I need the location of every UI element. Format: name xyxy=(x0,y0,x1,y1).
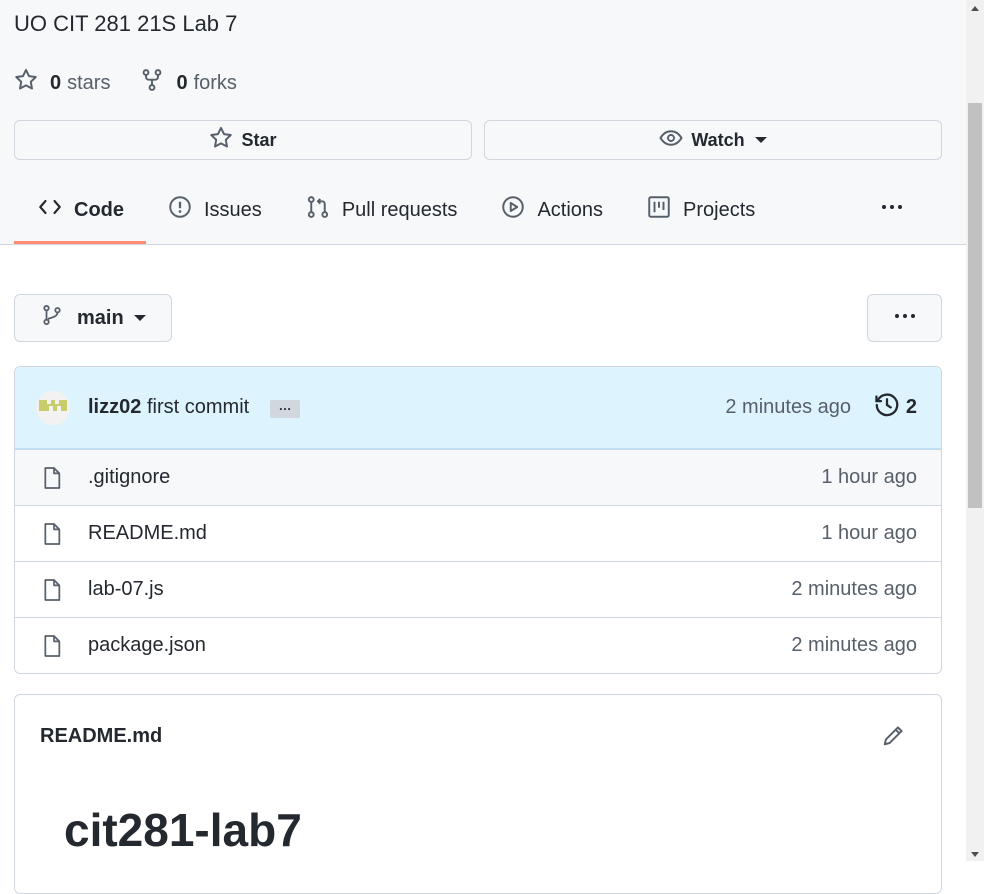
scroll-down-arrow-icon[interactable] xyxy=(971,852,979,857)
tab-pull-requests[interactable]: Pull requests xyxy=(284,178,480,242)
file-row[interactable]: .gitignore 1 hour ago xyxy=(15,449,941,505)
tabs-more-button[interactable] xyxy=(878,193,906,226)
chevron-down-icon xyxy=(754,137,767,143)
tab-projects[interactable]: Projects xyxy=(625,178,777,242)
eye-icon xyxy=(659,126,691,155)
file-browser: lizz02 first commit … 2 minutes ago 2 .g… xyxy=(14,366,942,674)
pencil-icon[interactable] xyxy=(881,724,905,753)
tab-label: Projects xyxy=(683,198,756,221)
commit-message[interactable]: first commit xyxy=(147,396,249,419)
tab-label: Issues xyxy=(204,198,262,221)
readme-title[interactable]: README.md xyxy=(40,725,162,748)
file-icon xyxy=(41,466,63,496)
branch-select-button[interactable]: main xyxy=(14,294,172,342)
stars-count: 0 xyxy=(50,71,62,94)
scrollbar-thumb[interactable] xyxy=(968,103,982,508)
repo-stats: 0 stars 0 forks xyxy=(14,68,267,98)
star-icon xyxy=(14,68,50,98)
commit-count: 2 xyxy=(905,396,917,418)
commit-time[interactable]: 2 minutes ago xyxy=(725,396,851,419)
file-time: 2 minutes ago xyxy=(791,634,917,656)
file-name[interactable]: lab-07.js xyxy=(88,578,164,601)
commit-expand-button[interactable]: … xyxy=(270,399,300,418)
fork-icon xyxy=(140,68,176,98)
forks-label: forks xyxy=(193,71,237,94)
file-icon xyxy=(41,522,63,552)
forks-link[interactable]: 0 forks xyxy=(140,68,237,98)
pull-request-icon xyxy=(306,195,342,225)
code-more-button[interactable] xyxy=(867,294,942,342)
stars-label: stars xyxy=(67,71,111,94)
commit-history-link[interactable]: 2 xyxy=(874,392,917,424)
kebab-horizontal-icon xyxy=(891,302,919,335)
repo-description: UO CIT 281 21S Lab 7 xyxy=(14,11,238,36)
star-button[interactable]: Star xyxy=(14,120,472,160)
star-icon xyxy=(209,126,241,155)
kebab-horizontal-icon xyxy=(878,205,906,225)
history-icon xyxy=(874,392,906,424)
file-time: 1 hour ago xyxy=(821,522,917,544)
readme-panel: README.md cit281-lab7 xyxy=(14,694,942,894)
file-row[interactable]: README.md 1 hour ago xyxy=(15,505,941,561)
chevron-down-icon xyxy=(133,315,146,321)
scrollbar[interactable] xyxy=(966,0,984,861)
avatar[interactable] xyxy=(36,391,70,425)
file-time: 1 hour ago xyxy=(821,466,917,488)
tab-code[interactable]: Code xyxy=(14,178,146,244)
scroll-up-arrow-icon[interactable] xyxy=(971,6,979,11)
file-name[interactable]: package.json xyxy=(88,634,206,657)
star-button-label: Star xyxy=(241,129,277,150)
project-icon xyxy=(647,195,683,225)
repo-nav-tabs: Code Issues Pull requests Actions Projec… xyxy=(14,178,777,244)
code-icon xyxy=(38,195,74,225)
issue-icon xyxy=(168,195,204,225)
file-time: 2 minutes ago xyxy=(791,578,917,600)
file-row[interactable]: lab-07.js 2 minutes ago xyxy=(15,561,941,617)
branch-icon xyxy=(41,304,77,332)
file-name[interactable]: README.md xyxy=(88,522,207,545)
forks-count: 0 xyxy=(176,71,188,94)
file-icon xyxy=(41,634,63,664)
tab-actions[interactable]: Actions xyxy=(479,178,625,242)
file-icon xyxy=(41,578,63,608)
stars-link[interactable]: 0 stars xyxy=(14,68,110,98)
repo-header: UO CIT 281 21S Lab 7 0 stars 0 forks Sta… xyxy=(0,0,966,245)
readme-heading: cit281-lab7 xyxy=(64,804,302,856)
commit-author[interactable]: lizz02 xyxy=(88,396,141,419)
watch-button[interactable]: Watch xyxy=(484,120,942,160)
file-name[interactable]: .gitignore xyxy=(88,466,170,489)
tab-label: Code xyxy=(74,198,124,221)
tab-issues[interactable]: Issues xyxy=(146,178,284,242)
branch-name: main xyxy=(77,306,124,329)
tab-label: Actions xyxy=(537,198,604,221)
watch-button-label: Watch xyxy=(691,129,745,150)
file-row[interactable]: package.json 2 minutes ago xyxy=(15,617,941,673)
play-icon xyxy=(501,195,537,225)
latest-commit-bar: lizz02 first commit … 2 minutes ago 2 xyxy=(15,367,941,449)
tab-label: Pull requests xyxy=(341,198,458,221)
